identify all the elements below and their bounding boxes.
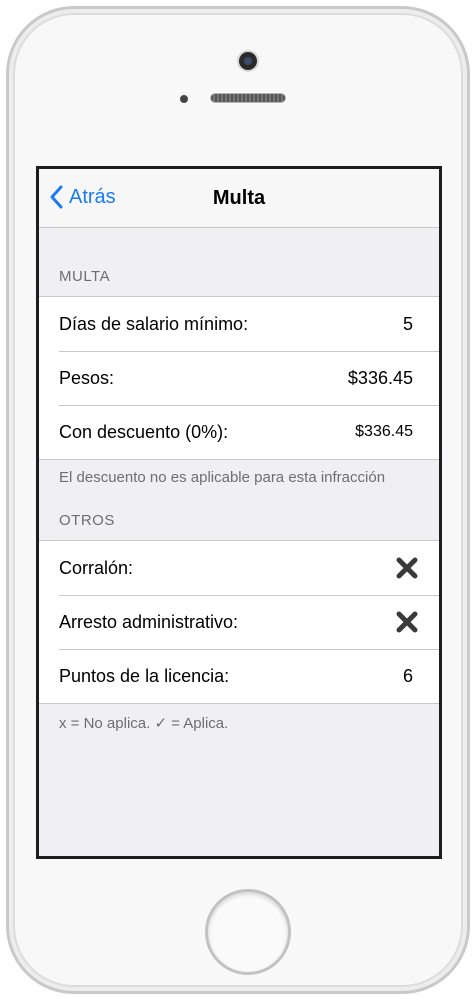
row-label: Días de salario mínimo:: [59, 313, 249, 334]
row-value: $336.45: [347, 367, 413, 388]
section-header-multa: MULTA: [59, 268, 111, 285]
x-icon: [396, 557, 418, 579]
row-value: 6: [402, 665, 413, 686]
row-label: Corralón:: [59, 557, 134, 578]
row-corralon: Corralón:: [39, 541, 439, 595]
navigation-bar: Atrás Multa: [39, 169, 439, 228]
section-footer-otros: x = No aplica. ✓ = Aplica.: [59, 715, 229, 732]
multa-group: Días de salario mínimo: 5 Pesos: $336.45…: [39, 296, 439, 460]
front-camera: [239, 52, 257, 70]
otros-group: Corralón: Arresto administrativo: Puntos…: [39, 540, 439, 704]
section-footer-multa: El descuento no es aplicable para esta i…: [59, 469, 386, 486]
row-label: Puntos de la licencia:: [59, 665, 230, 686]
row-pesos: Pesos: $336.45: [39, 351, 439, 405]
app-screen: Atrás Multa MULTA Días de salario mínimo…: [36, 166, 442, 859]
row-arresto: Arresto administrativo:: [39, 595, 439, 649]
home-button[interactable]: [205, 889, 291, 975]
row-value: 5: [402, 313, 413, 334]
earpiece-speaker: [210, 93, 286, 103]
section-header-otros: OTROS: [59, 512, 115, 529]
row-label: Pesos:: [59, 367, 115, 388]
proximity-sensor: [180, 95, 188, 103]
row-label: Con descuento (0%):: [59, 421, 229, 442]
page-title: Multa: [212, 187, 266, 209]
x-icon: [396, 611, 418, 633]
row-con-descuento: Con descuento (0%): $336.45: [39, 405, 439, 459]
row-dias-salario: Días de salario mínimo: 5: [39, 297, 439, 351]
row-label: Arresto administrativo:: [59, 611, 239, 632]
row-puntos-licencia: Puntos de la licencia: 6: [39, 649, 439, 703]
row-value: $336.45: [355, 423, 413, 440]
